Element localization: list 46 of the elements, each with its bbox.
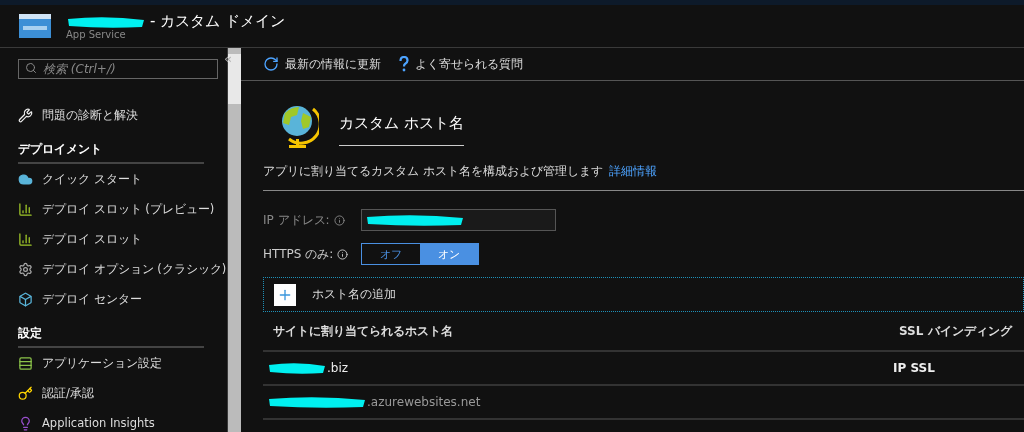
section-heading: 設定 xyxy=(18,320,204,348)
menu-item[interactable]: 問題の診断と解決 xyxy=(42,107,138,123)
plus-icon xyxy=(274,283,296,306)
bar-chart-icon xyxy=(18,231,33,247)
search-icon xyxy=(25,62,37,74)
search-field[interactable]: 検索 (Ctrl+/) xyxy=(18,59,218,79)
menu-item[interactable]: デプロイ オプション (クラシック) xyxy=(42,261,227,277)
ip-address-field[interactable] xyxy=(361,209,556,231)
column-header: サイトに割り当てられるホスト名 xyxy=(273,322,454,340)
section-description: アプリに割り当てるカスタム ホスト名を構成および管理します 詳細情報 xyxy=(263,151,1024,191)
column-header: SSL バインディング xyxy=(899,322,1014,340)
wrench-icon xyxy=(18,107,33,123)
globe-icon xyxy=(279,103,319,151)
section-heading: デプロイメント xyxy=(18,136,204,164)
collapse-button[interactable]: « xyxy=(224,51,232,66)
refresh-button[interactable]: 最新の情報に更新 xyxy=(263,55,381,73)
web-app-icon xyxy=(18,13,52,39)
ssl-cell-text: IP SSL xyxy=(893,361,936,375)
hostname-cell: .azurewebsites.net xyxy=(367,395,481,409)
cloud-icon xyxy=(18,171,33,187)
box-icon xyxy=(18,291,33,307)
menu-item[interactable]: 認証/承認 xyxy=(42,385,94,401)
menu-item[interactable]: Application Insights xyxy=(42,416,155,430)
faq-button[interactable]: よく寄せられる質問 xyxy=(399,55,523,73)
hostname-cell: .biz xyxy=(327,361,349,375)
info-icon xyxy=(333,214,345,226)
section-title: カスタム ホスト名 xyxy=(339,108,464,146)
menu-item[interactable]: デプロイ スロット (プレビュー) xyxy=(42,201,215,217)
gear-icon xyxy=(18,261,33,277)
page-subtitle: App Service xyxy=(66,29,127,40)
page-title: - カスタム ドメイン xyxy=(150,12,285,31)
question-icon xyxy=(399,56,409,72)
info-icon xyxy=(337,248,349,260)
menu-item[interactable]: デプロイ スロット xyxy=(42,231,142,247)
refresh-icon xyxy=(263,56,279,72)
list-icon xyxy=(18,355,33,371)
lightbulb-icon xyxy=(18,415,33,431)
bar-chart-icon xyxy=(18,201,33,217)
menu-item[interactable]: クイック スタート xyxy=(42,171,142,187)
key-icon xyxy=(18,385,33,401)
menu-item[interactable]: デプロイ センター xyxy=(42,291,142,307)
add-hostname-button[interactable]: ホスト名の追加 xyxy=(263,277,1024,312)
learn-more-link[interactable]: 詳細情報 xyxy=(608,164,657,178)
field-label: IP アドレス: xyxy=(263,211,361,229)
menu-item[interactable]: アプリケーション設定 xyxy=(42,355,162,371)
field-label: HTTPS のみ: xyxy=(263,245,361,263)
